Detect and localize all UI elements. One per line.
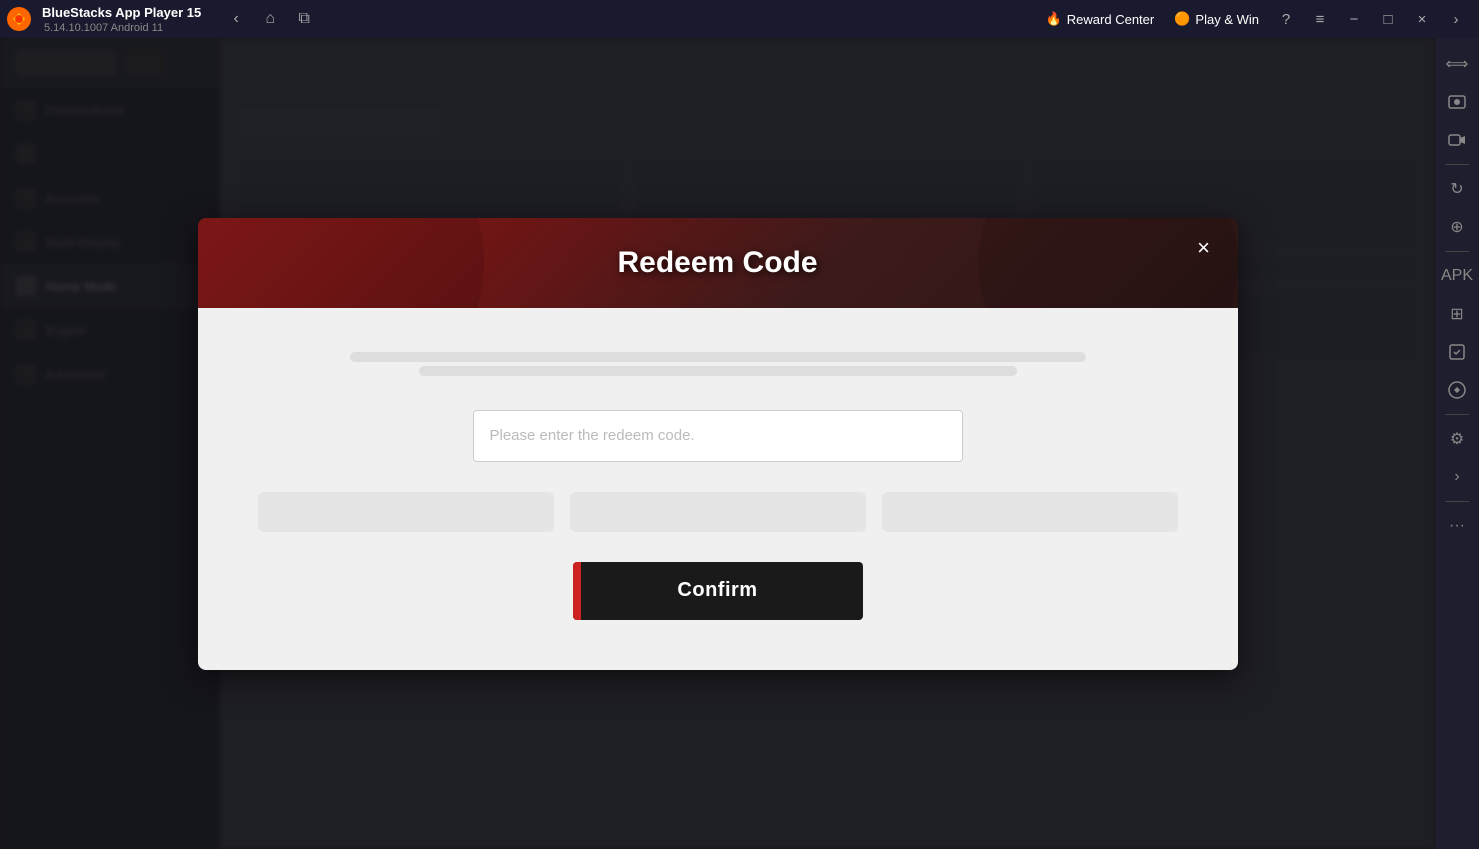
scale-icon[interactable]: ⊞: [1439, 296, 1475, 332]
nav-buttons: ‹ ⌂ ⧉: [221, 4, 319, 34]
modal-description: [258, 348, 1178, 380]
help-button[interactable]: ?: [1271, 4, 1301, 34]
play-win-icon: 🟠: [1174, 11, 1190, 27]
sidebar-toggle-button[interactable]: ›: [1441, 4, 1471, 34]
minimize-button[interactable]: −: [1339, 4, 1369, 34]
play-win-label: Play & Win: [1195, 12, 1259, 27]
reward-center-label: Reward Center: [1067, 12, 1154, 27]
home-button[interactable]: ⌂: [255, 4, 285, 34]
redeem-code-modal: Redeem Code × Confirm: [198, 218, 1238, 670]
modal-title: Redeem Code: [617, 246, 817, 280]
modal-header: Redeem Code ×: [198, 218, 1238, 308]
app-name: BlueStacks App Player 15: [42, 5, 201, 20]
reward-center-button[interactable]: 🔥 Reward Center: [1038, 7, 1163, 31]
right-sidebar: ⟺ ↻ ⊕ APK ⊞ ⚙ › ···: [1435, 38, 1479, 849]
zoom-icon[interactable]: ⊕: [1439, 209, 1475, 245]
sidebar-divider-1: [1445, 164, 1469, 165]
rotate-icon[interactable]: ↻: [1439, 171, 1475, 207]
sidebar-divider-2: [1445, 251, 1469, 252]
collapse-icon[interactable]: ›: [1439, 459, 1475, 495]
maximize-button[interactable]: □: [1373, 4, 1403, 34]
back-button[interactable]: ‹: [221, 4, 251, 34]
more-icon[interactable]: ···: [1439, 508, 1475, 544]
confirm-button[interactable]: Confirm: [573, 562, 863, 620]
apk-icon[interactable]: APK: [1439, 258, 1475, 294]
app-version: 5.14.10.1007 Android 11: [44, 22, 201, 34]
sidebar-expand-icon[interactable]: ⟺: [1439, 46, 1475, 82]
modal-close-button[interactable]: ×: [1186, 230, 1222, 266]
sidebar-divider-3: [1445, 414, 1469, 415]
play-win-button[interactable]: 🟠 Play & Win: [1166, 7, 1267, 31]
modal-body: Confirm: [198, 308, 1238, 670]
app-logo: [0, 0, 38, 38]
sidebar-divider-4: [1445, 501, 1469, 502]
confirm-label: Confirm: [677, 579, 757, 602]
video-icon[interactable]: [1439, 122, 1475, 158]
capture-icon[interactable]: [1439, 334, 1475, 370]
close-button[interactable]: ×: [1407, 4, 1437, 34]
redeem-code-input[interactable]: [473, 410, 963, 462]
menu-button[interactable]: ≡: [1305, 4, 1335, 34]
modal-overlay: Redeem Code × Confirm: [0, 38, 1435, 849]
reward-icon: 🔥: [1046, 11, 1062, 27]
tabs-button[interactable]: ⧉: [289, 4, 319, 34]
title-bar: BlueStacks App Player 15 5.14.10.1007 An…: [0, 0, 1479, 38]
title-bar-right: 🔥 Reward Center 🟠 Play & Win ? ≡ − □ × ›: [1038, 4, 1479, 34]
settings-icon[interactable]: ⚙: [1439, 421, 1475, 457]
macro-icon[interactable]: [1439, 372, 1475, 408]
screenshot-icon[interactable]: [1439, 84, 1475, 120]
